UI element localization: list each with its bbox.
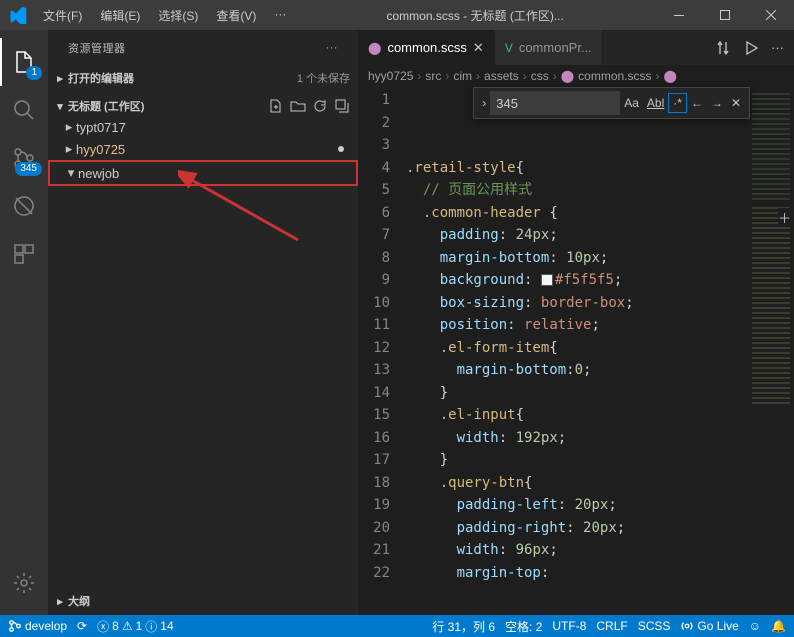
status-bar: develop ⟳ ⓧ8 ⚠1 ⓘ14 行 31，列 6 空格: 2 UTF-8… [0, 615, 794, 637]
addon-icon[interactable]: ＋ [778, 208, 794, 224]
collapse-all-icon[interactable] [334, 98, 350, 114]
status-bell-icon[interactable]: 🔔 [771, 619, 786, 633]
run-icon[interactable] [743, 40, 759, 56]
explorer-sidebar: 资源管理器 ··· ▸ 打开的编辑器 1 个未保存 ▾ 无标题 (工作区) [48, 30, 358, 615]
new-folder-icon[interactable] [290, 98, 306, 114]
open-editors-header[interactable]: ▸ 打开的编辑器 1 个未保存 [48, 68, 358, 88]
activity-explorer[interactable]: 1 [0, 38, 48, 86]
modified-dot-icon [338, 146, 344, 152]
status-problems[interactable]: ⓧ8 ⚠1 ⓘ14 [97, 618, 174, 635]
status-lang[interactable]: SCSS [638, 619, 671, 633]
next-match-icon[interactable]: → [707, 94, 727, 112]
code-editor[interactable]: .retail-style{ // 页面公用样式 .common-header … [406, 87, 748, 615]
menu-selection[interactable]: 选择(S) [150, 3, 206, 28]
status-sync[interactable]: ⟳ [77, 619, 87, 633]
regex-toggle[interactable]: ·* [668, 93, 687, 113]
status-eol[interactable]: CRLF [596, 619, 627, 633]
minimize-button[interactable] [656, 0, 702, 30]
scss-file-icon: ⬤ [368, 41, 381, 55]
close-icon[interactable]: ✕ [473, 40, 484, 56]
warning-icon: ⚠ [122, 619, 133, 633]
error-icon: ⓧ [97, 618, 109, 635]
status-indent[interactable]: 空格: 2 [505, 618, 542, 635]
chevron-right-icon: ▸ [52, 72, 68, 85]
activity-debug[interactable] [0, 182, 48, 230]
chevron-right-icon[interactable]: › [478, 94, 490, 112]
window-controls [656, 0, 794, 30]
activity-extensions[interactable] [0, 230, 48, 278]
line-gutter: 12345678910111213141516171819202122 [358, 87, 406, 615]
status-feedback-icon[interactable]: ☺ [749, 619, 761, 633]
tab-commonpr[interactable]: V commonPr... [495, 30, 603, 65]
activity-settings[interactable] [0, 559, 48, 607]
sidebar-more-icon[interactable]: ··· [326, 42, 339, 54]
explorer-badge: 1 [26, 66, 42, 80]
more-icon[interactable]: ··· [771, 40, 784, 55]
close-icon[interactable]: ✕ [727, 94, 745, 112]
find-input[interactable] [490, 91, 620, 115]
activity-search[interactable] [0, 86, 48, 134]
new-file-icon[interactable] [268, 98, 284, 114]
refresh-icon[interactable] [312, 98, 328, 114]
editor-area: ⬤ common.scss ✕ V commonPr... ··· hyy072… [358, 30, 794, 615]
tree-folder-newjob[interactable]: ▾ newjob [48, 160, 358, 186]
breadcrumbs[interactable]: hyy0725› src› cim› assets› css› ⬤ common… [358, 65, 794, 87]
activity-scm[interactable]: 345 [0, 134, 48, 182]
compare-icon[interactable] [715, 40, 731, 56]
prev-match-icon[interactable]: ← [687, 94, 707, 112]
chevron-down-icon: ▾ [64, 165, 78, 181]
menu-file[interactable]: 文件(F) [35, 3, 90, 28]
menu-more[interactable]: ··· [266, 3, 294, 28]
sidebar-title: 资源管理器 ··· [48, 30, 358, 64]
match-case-toggle[interactable]: Aa [620, 94, 643, 112]
chevron-right-icon: ▸ [62, 141, 76, 157]
chevron-right-icon: ▸ [52, 595, 68, 608]
status-encoding[interactable]: UTF-8 [552, 619, 586, 633]
selector-icon: ⬤ [664, 69, 677, 83]
window-title: common.scss - 无标题 (工作区)... [294, 7, 656, 24]
find-widget[interactable]: › Aa Abl ·* ← → ✕ [473, 87, 750, 119]
close-button[interactable] [748, 0, 794, 30]
scm-badge: 345 [15, 162, 42, 176]
activity-bar: 1 345 [0, 30, 48, 615]
minimap[interactable] [748, 87, 794, 615]
status-golive[interactable]: Go Live [680, 619, 738, 633]
menu-bar: 文件(F) 编辑(E) 选择(S) 查看(V) ··· [35, 3, 294, 28]
maximize-button[interactable] [702, 0, 748, 30]
workspace-header[interactable]: ▾ 无标题 (工作区) [48, 96, 358, 116]
menu-view[interactable]: 查看(V) [208, 3, 264, 28]
tab-common-scss[interactable]: ⬤ common.scss ✕ [358, 30, 495, 65]
status-branch[interactable]: develop [8, 619, 67, 633]
titlebar: 文件(F) 编辑(E) 选择(S) 查看(V) ··· common.scss … [0, 0, 794, 30]
whole-word-toggle[interactable]: Abl [643, 94, 668, 112]
chevron-right-icon: ▸ [62, 119, 76, 135]
status-cursor[interactable]: 行 31，列 6 [432, 618, 495, 635]
editor-tabs: ⬤ common.scss ✕ V commonPr... ··· [358, 30, 794, 65]
menu-edit[interactable]: 编辑(E) [92, 3, 148, 28]
vue-file-icon: V [505, 41, 513, 55]
file-tree: ▸ typt0717 ▸ hyy0725 ▾ newjob [48, 116, 358, 186]
vscode-logo-icon [0, 6, 35, 24]
outline-header[interactable]: ▸ 大纲 [48, 591, 358, 611]
scss-file-icon: ⬤ [561, 69, 574, 83]
info-icon: ⓘ [145, 618, 157, 635]
tree-folder-typt0717[interactable]: ▸ typt0717 [48, 116, 358, 138]
tree-folder-hyy0725[interactable]: ▸ hyy0725 [48, 138, 358, 160]
chevron-down-icon: ▾ [52, 100, 68, 113]
